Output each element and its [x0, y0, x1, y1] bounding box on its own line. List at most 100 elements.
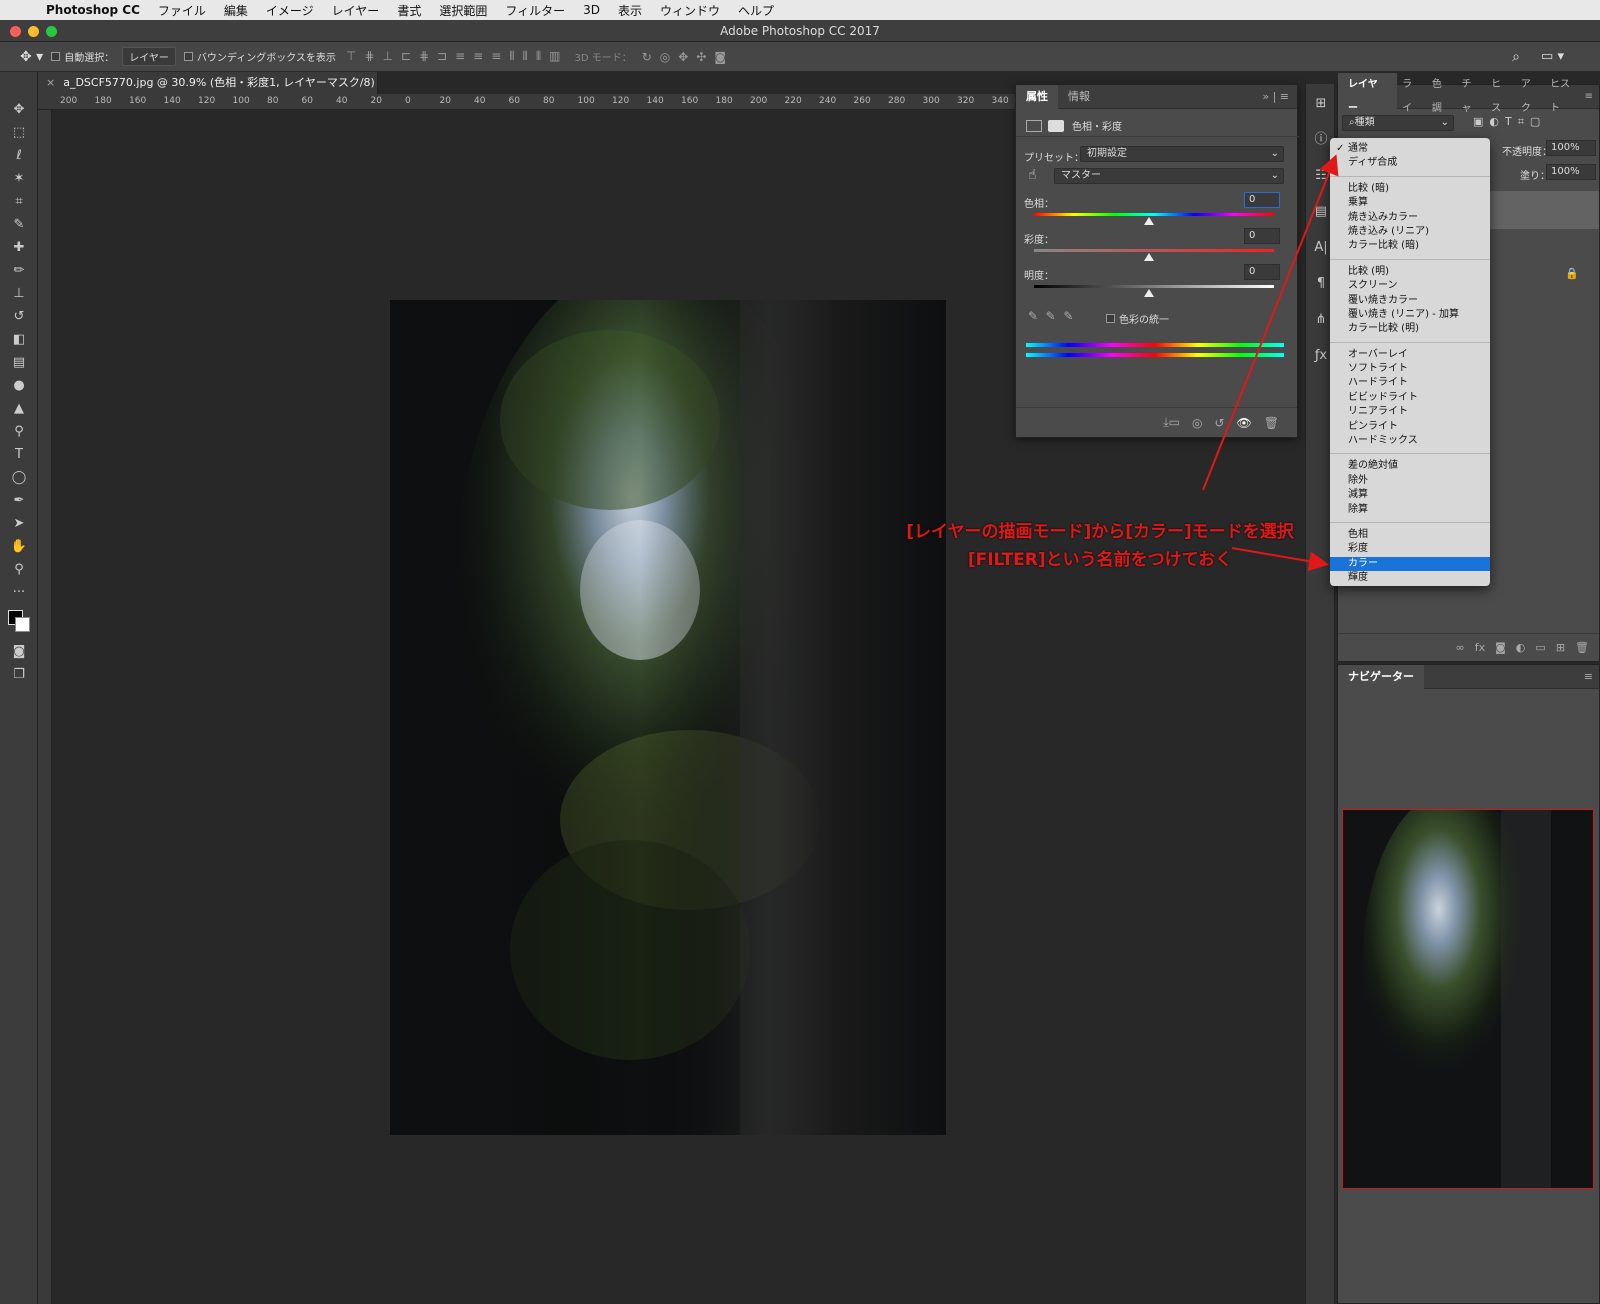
document-tab[interactable]: × a_DSCF5770.jpg @ 30.9% (色相・彩度1, レイヤーマスク…	[38, 72, 378, 111]
menu-view[interactable]: 表示	[618, 2, 642, 19]
blend-mode-item[interactable]: ソフトライト	[1330, 362, 1490, 376]
menu-filter[interactable]: フィルター	[505, 2, 565, 19]
sharpen-tool-icon[interactable]: ▲	[0, 397, 38, 420]
3d-roll-icon[interactable]: ◎	[660, 50, 670, 64]
channel-dropdown[interactable]: マスター ⌄	[1054, 168, 1284, 184]
blend-mode-item[interactable]: 彩度	[1330, 542, 1490, 556]
menu-image[interactable]: イメージ	[266, 2, 314, 19]
history-brush-icon[interactable]: ↺	[0, 305, 38, 328]
layer-filter-icons[interactable]: ▣◐T⌗▢	[1473, 115, 1546, 129]
navigator-preview[interactable]	[1342, 809, 1594, 1189]
distribute-hcenter-icon[interactable]: ⦀	[523, 49, 528, 64]
on-image-adjust-icon[interactable]: ☝	[1028, 167, 1037, 183]
3d-mode-icons[interactable]: ↻ ◎ ✥ ✣ ◙	[642, 50, 726, 64]
align-hcenter-icon[interactable]: ⋕	[419, 49, 429, 64]
close-tab-icon[interactable]: ×	[46, 76, 55, 89]
align-icons[interactable]: ⊤ ⋕ ⊥ ⊏ ⋕ ⊐ ≡ ≡ ≡ ⦀ ⦀ ⦀ ▥	[346, 49, 561, 64]
blend-mode-item[interactable]: 輝度	[1330, 571, 1490, 585]
reset-icon[interactable]: ↺	[1214, 416, 1224, 430]
colorize-checkbox[interactable]: 色彩の統一	[1106, 311, 1169, 326]
tab-histogram[interactable]: ヒス	[1486, 73, 1516, 121]
auto-align-icon[interactable]: ▥	[549, 49, 560, 64]
ellipse-tool-icon[interactable]: ◯	[0, 466, 38, 489]
quick-mask-icon[interactable]: ◙	[0, 640, 38, 663]
mask-icon[interactable]	[1048, 119, 1064, 132]
saturation-slider-track[interactable]	[1034, 249, 1274, 252]
layers-menu-icon[interactable]: ≡	[1585, 91, 1593, 102]
3d-rotate-icon[interactable]: ↻	[642, 50, 652, 64]
eyedropper-icon[interactable]: ✎	[0, 213, 38, 236]
blend-mode-item[interactable]: ディザ合成	[1330, 156, 1490, 170]
eraser-tool-icon[interactable]: ◧	[0, 328, 38, 351]
3d-pan-icon[interactable]: ✥	[678, 50, 688, 64]
background-color[interactable]	[15, 617, 30, 632]
color-swatches[interactable]	[0, 604, 37, 640]
adjustments-dock-icon[interactable]: ⊞	[1306, 86, 1336, 122]
menu-layer[interactable]: レイヤー	[332, 2, 380, 19]
auto-select-checkbox[interactable]: 自動選択：	[51, 49, 114, 64]
workspace-icon[interactable]: ▭ ▾	[1541, 49, 1564, 64]
trash-icon[interactable]: 🗑	[1264, 416, 1279, 430]
close-window-button[interactable]	[10, 26, 21, 37]
delete-layer-icon[interactable]: 🗑	[1575, 641, 1589, 654]
blend-mode-item[interactable]: カラー比較 (明)	[1330, 322, 1490, 336]
distribute-right-icon[interactable]: ⦀	[536, 49, 541, 64]
dodge-tool-icon[interactable]: ⚲	[0, 420, 38, 443]
blend-mode-item[interactable]: ✓ 通常	[1330, 142, 1490, 156]
pen-tool-icon[interactable]: ✒	[0, 489, 38, 512]
tab-info[interactable]: 情報	[1058, 85, 1100, 109]
blend-mode-item[interactable]: 比較 (暗)	[1330, 182, 1490, 196]
lasso-tool-icon[interactable]: ℓ	[0, 144, 38, 167]
view-previous-icon[interactable]: ◎	[1192, 416, 1202, 430]
blend-mode-item[interactable]: ビビッドライト	[1330, 391, 1490, 405]
bbox-checkbox[interactable]: バウンディングボックスを表示	[183, 49, 336, 64]
blend-mode-item[interactable]: 比較 (明)	[1330, 265, 1490, 279]
opacity-input[interactable]: 100%	[1546, 140, 1596, 156]
zoom-tool-icon[interactable]: ⚲	[0, 558, 38, 581]
tab-properties[interactable]: 属性	[1016, 84, 1058, 109]
type-tool-icon[interactable]: T	[0, 443, 38, 466]
tab-libraries[interactable]: ライ	[1397, 73, 1427, 121]
menu-edit[interactable]: 編集	[224, 2, 248, 19]
clip-layer-icon[interactable]: ⤓▭	[1163, 415, 1180, 430]
align-vcenter-icon[interactable]: ⋕	[364, 49, 374, 64]
blend-mode-item[interactable]: 乗算	[1330, 196, 1490, 210]
blend-mode-item[interactable]: 除外	[1330, 474, 1490, 488]
adjustment-icon[interactable]	[1026, 119, 1042, 132]
blend-mode-item[interactable]: 色相	[1330, 528, 1490, 542]
hand-tool-icon[interactable]: ✋	[0, 535, 38, 558]
align-top-icon[interactable]: ⊤	[346, 49, 356, 64]
distribute-bottom-icon[interactable]: ≡	[491, 49, 501, 64]
distribute-vcenter-icon[interactable]: ≡	[473, 49, 483, 64]
saturation-slider-thumb[interactable]	[1144, 253, 1154, 261]
blend-mode-item[interactable]: 差の絶対値	[1330, 459, 1490, 473]
blend-mode-item[interactable]: 焼き込みカラー	[1330, 211, 1490, 225]
blend-mode-item[interactable]: ピンライト	[1330, 420, 1490, 434]
saturation-input[interactable]: 0	[1244, 228, 1280, 244]
blend-mode-item[interactable]: ハードライト	[1330, 376, 1490, 390]
crop-tool-icon[interactable]: ⌗	[0, 190, 38, 213]
eyedropper-icons[interactable]: ✎ ✎ ✎	[1028, 309, 1073, 323]
tab-channels[interactable]: チャ	[1457, 73, 1487, 121]
healing-brush-icon[interactable]: ✚	[0, 236, 38, 259]
adjustment-layer-icon[interactable]: ◐	[1516, 641, 1526, 654]
blend-mode-item[interactable]: 焼き込み (リニア)	[1330, 225, 1490, 239]
distribute-left-icon[interactable]: ⦀	[509, 49, 514, 64]
brush-tool-icon[interactable]: ✏	[0, 259, 38, 282]
blend-mode-item[interactable]: 減算	[1330, 488, 1490, 502]
blend-mode-item[interactable]: カラー	[1330, 556, 1490, 572]
hue-input[interactable]: 0	[1244, 192, 1280, 208]
hue-slider-thumb[interactable]	[1144, 217, 1154, 225]
blur-tool-icon[interactable]: ●	[0, 374, 38, 397]
preset-dropdown[interactable]: 初期設定 ⌄	[1080, 146, 1284, 162]
tab-history[interactable]: ヒスト	[1545, 73, 1585, 121]
document-photo[interactable]	[390, 300, 946, 1135]
blend-mode-item[interactable]: カラー比較 (暗)	[1330, 239, 1490, 253]
layer-style-icon[interactable]: fx	[1475, 641, 1485, 654]
blend-mode-item[interactable]: スクリーン	[1330, 279, 1490, 293]
fill-input[interactable]: 100%	[1546, 164, 1596, 180]
3d-slide-icon[interactable]: ✣	[696, 50, 706, 64]
visibility-eye-icon[interactable]: 👁	[1237, 416, 1252, 430]
tab-actions[interactable]: アク	[1516, 73, 1545, 121]
menu-file[interactable]: ファイル	[158, 2, 206, 19]
